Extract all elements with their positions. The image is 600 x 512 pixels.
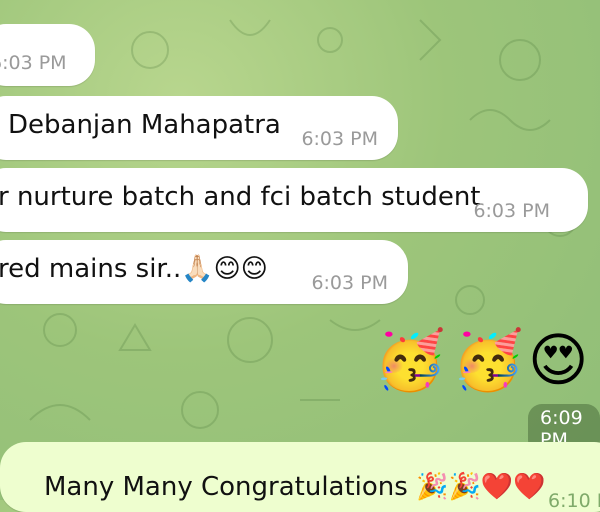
message-text: r nurture batch and fci batch student: [0, 182, 481, 212]
message-bubble[interactable]: red mains sir..🙏🏻😊😊 6:03 PM: [0, 240, 408, 304]
outgoing-message-bubble[interactable]: Many Many Congratulations 🎉🎉❤️❤️ 6:10 P: [0, 442, 600, 512]
message-time: 6:10 P: [548, 490, 600, 512]
message-time: 6:03 PM: [473, 200, 550, 222]
message-bubble[interactable]: r nurture batch and fci batch student 6:…: [0, 168, 588, 232]
heart-eyes-emoji[interactable]: 😍: [528, 326, 588, 394]
partying-face-emoji[interactable]: 🥳: [374, 326, 446, 395]
message-time: 6:03 PM: [311, 272, 388, 294]
message-text: red mains sir..🙏🏻😊😊: [0, 254, 268, 284]
partying-face-emoji[interactable]: 🥳: [452, 326, 524, 395]
message-text: Debanjan Mahapatra: [8, 110, 281, 140]
message-time: 6:03 PM: [301, 128, 378, 150]
message-time: 6:03 PM: [0, 52, 67, 74]
message-text: Many Many Congratulations 🎉🎉❤️❤️: [44, 472, 546, 502]
message-bubble[interactable]: 6:03 PM: [0, 24, 95, 86]
message-bubble[interactable]: Debanjan Mahapatra 6:03 PM: [0, 96, 398, 160]
